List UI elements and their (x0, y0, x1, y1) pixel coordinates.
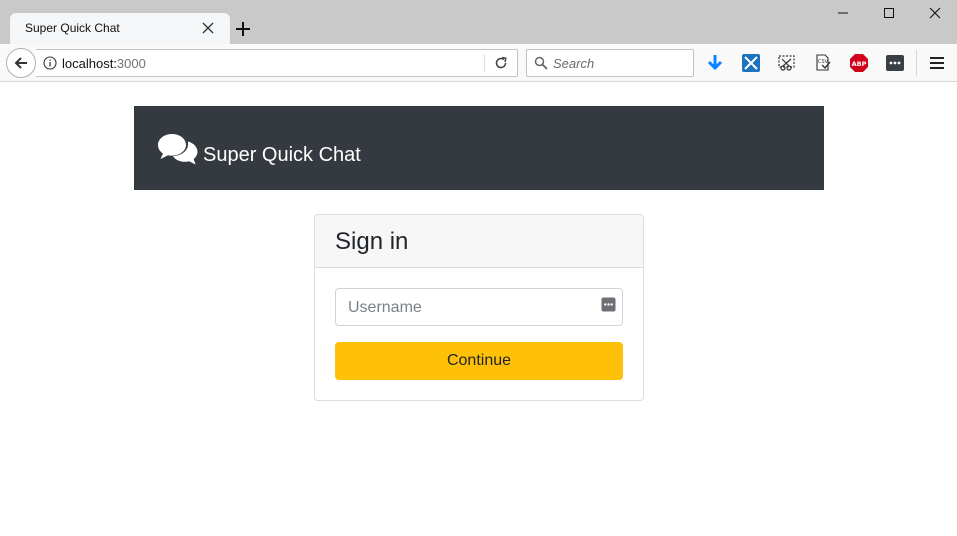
screenshot-scissors-icon[interactable] (777, 53, 797, 73)
maximize-icon[interactable] (880, 4, 898, 22)
url-port: 3000 (116, 56, 146, 71)
toolbar-divider (916, 50, 917, 76)
url-text: localhost:3000 (62, 56, 146, 71)
signin-card: Sign in Continue (314, 214, 644, 401)
url-divider (484, 54, 485, 72)
username-field[interactable] (335, 288, 623, 326)
browser-titlebar: Super Quick Chat (0, 0, 957, 44)
back-button[interactable] (6, 48, 36, 78)
continue-button[interactable]: Continue (335, 342, 623, 380)
signin-title: Sign in (335, 228, 409, 255)
window-close-icon[interactable] (926, 4, 944, 22)
username-input[interactable] (348, 298, 588, 318)
search-icon (534, 56, 548, 70)
password-manager-icon[interactable] (601, 297, 616, 312)
adblock-plus-icon[interactable]: ABP (849, 53, 869, 73)
app-header: Super Quick Chat (134, 106, 824, 190)
hamburger-menu-icon[interactable] (927, 53, 947, 73)
search-bar[interactable] (526, 49, 694, 77)
brand-name[interactable]: Super Quick Chat (203, 144, 361, 167)
download-arrow-icon[interactable] (705, 53, 725, 73)
svg-text:CSV: CSV (818, 59, 829, 65)
chat-bubbles-icon (158, 134, 198, 165)
tab-title: Super Quick Chat (25, 21, 120, 35)
browser-tab[interactable]: Super Quick Chat (10, 13, 230, 44)
svg-text:ABP: ABP (852, 60, 867, 68)
csv-download-icon[interactable]: CSV (813, 53, 833, 73)
extension-blue-icon[interactable] (741, 53, 761, 73)
info-icon[interactable] (43, 56, 57, 70)
reload-icon[interactable] (494, 56, 508, 70)
url-host: localhost: (62, 56, 117, 71)
search-input[interactable] (553, 54, 688, 72)
url-bar[interactable]: localhost:3000 (36, 49, 518, 77)
back-arrow-icon (14, 57, 27, 69)
password-manager-icon[interactable] (885, 53, 905, 73)
new-tab-plus-icon[interactable] (234, 20, 252, 38)
signin-card-header: Sign in (315, 215, 643, 268)
close-icon[interactable] (201, 21, 215, 35)
browser-navbar: localhost:3000 CSV ABP (0, 44, 957, 82)
minimize-icon[interactable] (834, 4, 852, 22)
